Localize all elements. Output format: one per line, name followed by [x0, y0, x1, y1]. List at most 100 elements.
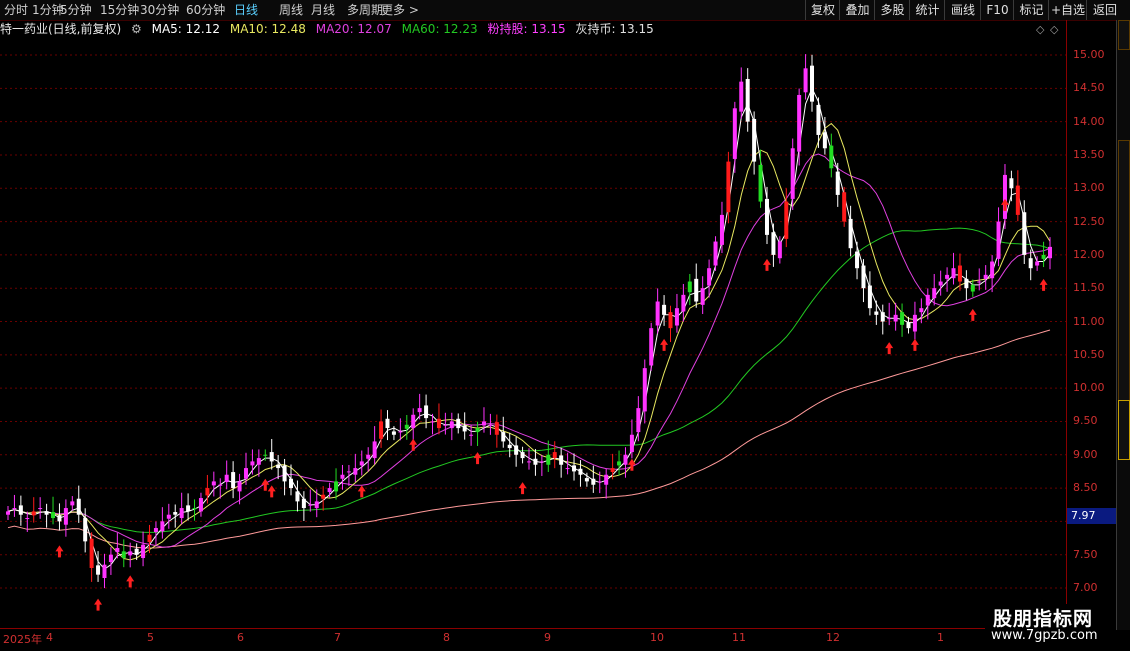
- time-axis: 2025年 4 5 6 7 8 9 10 11 12 1: [0, 628, 1066, 651]
- indicator-legend: 特一药业(日线,前复权) ⚙ MA5: 12.12 MA10: 12.48 MA…: [0, 20, 1060, 38]
- candle-body: [816, 104, 821, 135]
- candle-body: [1015, 185, 1020, 215]
- candle-body: [829, 145, 834, 169]
- buy-arrow-icon: [885, 342, 894, 355]
- candle-body: [507, 444, 512, 449]
- buy-arrow-icon: [409, 438, 418, 451]
- candle-body: [945, 274, 950, 279]
- time-tick: 4: [46, 631, 53, 644]
- price-tick: 15.00: [1073, 48, 1105, 61]
- candle-body: [31, 511, 36, 516]
- toolbar-button-3[interactable]: 统计: [909, 0, 945, 20]
- candle-body: [269, 452, 274, 462]
- candle-body: [359, 461, 364, 466]
- candle-body: [443, 424, 448, 426]
- candle-body: [166, 514, 171, 519]
- time-tick: 12: [826, 631, 840, 644]
- candle-body: [134, 548, 139, 555]
- candle-body: [880, 312, 885, 322]
- candle-body: [256, 458, 261, 465]
- candle-body: [745, 78, 750, 122]
- candle-body: [764, 198, 769, 235]
- candle-body: [391, 431, 396, 435]
- candle-body: [469, 434, 474, 436]
- tab-5[interactable]: 60分钟: [186, 2, 225, 18]
- tab-7[interactable]: 周线: [279, 2, 303, 18]
- candle-body: [867, 285, 872, 309]
- candle-body: [417, 408, 422, 413]
- candle-body: [218, 484, 223, 486]
- tab-10[interactable]: 更多 >: [381, 2, 419, 18]
- candle-body: [475, 428, 480, 433]
- toolbar-button-0[interactable]: 复权: [805, 0, 840, 20]
- tab-9[interactable]: 多周期: [347, 2, 383, 18]
- buy-arrow-icon: [910, 338, 919, 351]
- toolbar-button-5[interactable]: F10: [980, 0, 1014, 20]
- candle-body: [797, 94, 802, 152]
- candle-body: [372, 441, 377, 459]
- candle-body: [38, 508, 43, 510]
- candle-body: [874, 311, 879, 315]
- candle-body: [726, 161, 731, 213]
- price-tick: 14.00: [1073, 114, 1105, 128]
- candle-body: [855, 251, 860, 269]
- candle-body: [404, 424, 409, 429]
- price-tick: 7.50: [1073, 547, 1098, 561]
- time-tick: 10: [650, 631, 664, 644]
- candle-body: [559, 455, 564, 465]
- candle-body: [70, 501, 75, 506]
- tab-4[interactable]: 30分钟: [140, 2, 179, 18]
- candle-body: [308, 504, 313, 506]
- ma5-label: MA5: 12.12: [151, 22, 221, 36]
- candle-body: [57, 515, 62, 522]
- tab-0[interactable]: 分时: [4, 2, 28, 18]
- candle-body: [623, 454, 628, 465]
- time-tick: 5: [147, 631, 154, 644]
- sidebar-block[interactable]: [1118, 20, 1130, 50]
- tab-1[interactable]: 1分钟: [32, 2, 64, 18]
- settings-icon[interactable]: ⚙: [131, 22, 142, 36]
- ma10-label: MA10: 12.48: [229, 22, 306, 36]
- candle-body: [89, 538, 94, 569]
- candle-body: [752, 118, 757, 162]
- candle-body: [732, 108, 737, 159]
- buy-arrow-icon: [94, 598, 103, 611]
- tab-3[interactable]: 15分钟: [100, 2, 139, 18]
- price-axis: 15.00 14.50 14.00 13.50 13.00 12.50 12.00 11.50…: [1066, 20, 1117, 630]
- candle-body: [18, 505, 23, 515]
- candle-body: [108, 554, 113, 563]
- sidebar-block[interactable]: [1118, 140, 1130, 420]
- candle-body: [604, 474, 609, 485]
- candle-body: [900, 312, 905, 325]
- candle-body: [565, 468, 570, 470]
- candle-body: [1041, 254, 1046, 259]
- toolbar-button-2[interactable]: 多股: [874, 0, 910, 20]
- candlestick-chart[interactable]: [0, 38, 1066, 628]
- sidebar-block[interactable]: [1118, 400, 1130, 460]
- right-sidebar[interactable]: [1116, 20, 1130, 630]
- candle-body: [938, 281, 943, 286]
- candle-body: [996, 221, 1001, 259]
- candle-body: [629, 434, 634, 453]
- candle-body: [295, 491, 300, 502]
- diamond-icon[interactable]: ◇: [1036, 23, 1044, 36]
- watermark-title: 股朋指标网: [993, 608, 1094, 630]
- toolbar-button-4[interactable]: 画线: [944, 0, 981, 20]
- candle-body: [1048, 246, 1052, 259]
- candle-body: [160, 521, 165, 532]
- tab-8[interactable]: 月线: [311, 2, 335, 18]
- candle-body: [925, 294, 930, 306]
- toolbar-button-8[interactable]: 返回: [1086, 0, 1123, 20]
- tab-2[interactable]: 5分钟: [60, 2, 92, 18]
- price-tick: 10.50: [1073, 347, 1105, 361]
- candle-body: [6, 511, 10, 515]
- candle-body: [572, 465, 577, 472]
- toolbar-button-7[interactable]: +自选: [1048, 0, 1087, 20]
- candle-body: [1022, 212, 1027, 255]
- candle-body: [346, 471, 351, 473]
- toolbar-button-6[interactable]: 标记: [1013, 0, 1049, 20]
- tab-6[interactable]: 日线: [234, 2, 258, 18]
- candle-body: [694, 278, 699, 302]
- toolbar-button-1[interactable]: 叠加: [839, 0, 875, 20]
- diamond-icon-2[interactable]: ◇: [1050, 23, 1058, 36]
